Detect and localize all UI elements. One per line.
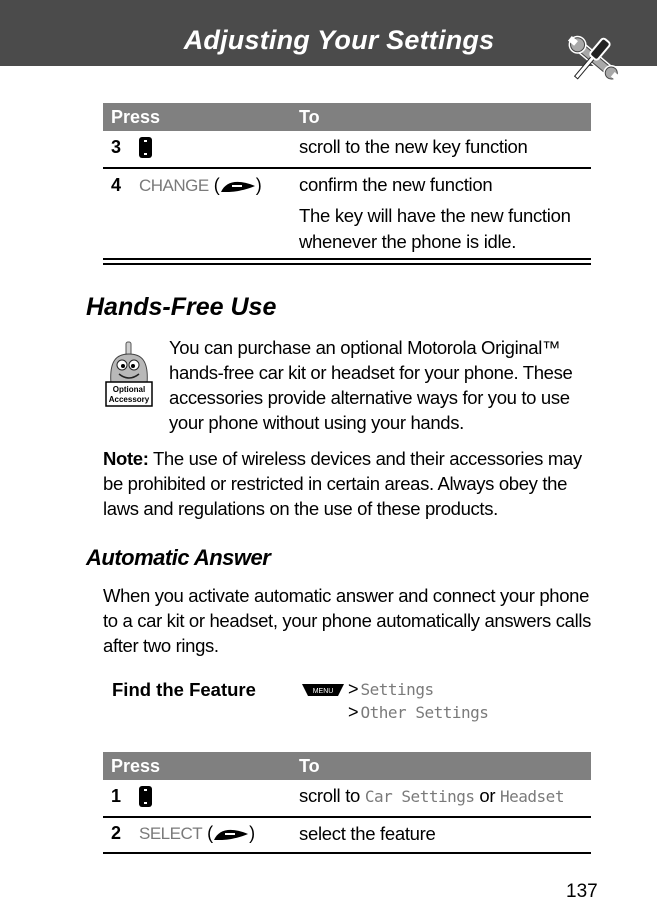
chapter-title: Adjusting Your Settings [183,25,495,55]
select-key-icon [214,830,249,841]
column-header-to: To [299,756,320,776]
section-heading-automatic-answer: Automatic Answer [86,545,271,570]
column-header-press: Press [111,756,161,776]
table-header: Press To [103,103,591,131]
step-description: select the feature [299,823,436,844]
select-softkey-label: SELECT [139,824,203,843]
select-key-icon [220,182,255,193]
option-headset: Headset [500,787,564,806]
table-row: 4 CHANGE () confirm the new function The… [103,169,591,257]
accessory-label-line1: Optional [113,385,145,394]
optional-accessory-icon: Optional Accessory [105,341,153,407]
table-end-rule [103,258,591,265]
table-row: 2 SELECT () select the feature [103,818,591,854]
section-heading-hands-free: Hands-Free Use [86,293,277,321]
table-header: Press To [103,752,591,780]
nav-key-icon [139,785,152,807]
table-row: 3 scroll to the new key function [103,131,591,169]
step-detail: The key will have the new function whene… [299,205,571,252]
find-the-feature-label: Find the Feature [112,679,256,700]
hands-free-intro: You can purchase an optional Motorola Or… [169,337,573,433]
note-label: Note: [103,448,149,469]
menu-key-icon: MENU [302,684,344,697]
wrench-screwdriver-icon [567,35,621,82]
step-number: 3 [111,137,122,157]
menu-item-settings: Settings [360,680,435,699]
note-text: The use of wireless devices and their ac… [103,448,582,519]
automatic-answer-body: When you activate automatic answer and c… [103,585,591,656]
step-description: confirm the new function [299,174,493,195]
step-description: scroll to Car Settings or Headset [299,785,564,806]
column-header-to: To [299,107,320,127]
column-header-press: Press [111,107,161,127]
step-description: scroll to the new key function [299,136,528,157]
table-row: 1 scroll to Car Settings or Headset [103,780,591,818]
menu-path: MENU > Settings > Other Settings [302,678,489,724]
svg-text:MENU: MENU [313,688,334,695]
change-softkey-label: CHANGE [139,176,209,195]
note-paragraph: Note: The use of wireless devices and th… [103,446,593,521]
nav-key-icon [139,136,152,158]
press-to-table-auto-answer: Press To 1 scroll to Car Settings or Hea… [103,752,591,854]
menu-item-other-settings: Other Settings [360,703,489,722]
press-to-table-continued: Press To 3 scroll to the new key functio… [103,103,591,257]
step-number: 2 [111,823,122,843]
option-car-settings: Car Settings [364,787,475,806]
page-number: 137 [566,881,598,902]
step-number: 4 [111,175,122,195]
step-number: 1 [111,786,122,806]
accessory-label-line2: Accessory [109,395,150,404]
